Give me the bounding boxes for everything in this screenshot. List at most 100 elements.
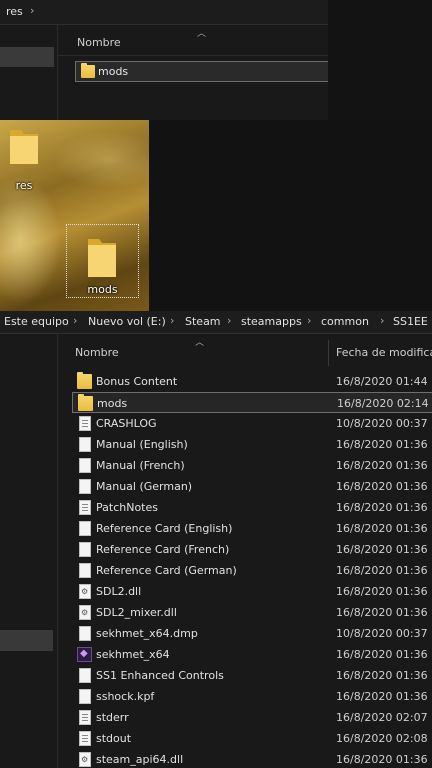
chevron-right-icon[interactable]: › [73, 314, 77, 327]
desktop-icon-label: res [15, 179, 33, 192]
file-row[interactable]: SDL2_mixer.dll 16/8/2020 01:36 [72, 602, 432, 623]
exe-icon [77, 647, 92, 662]
file-date: 16/8/2020 01:36 [336, 480, 428, 493]
file-row[interactable]: mods 16/8/2020 02:14 [72, 392, 432, 413]
text-file-icon [79, 710, 91, 725]
column-divider[interactable] [328, 340, 329, 366]
file-name: Reference Card (German) [96, 564, 237, 577]
file-icon [79, 437, 91, 452]
breadcrumb-this-pc[interactable]: Este equipo [4, 315, 69, 328]
top-address-bar[interactable]: res › [0, 0, 328, 25]
file-icon [79, 626, 91, 641]
file-row[interactable]: stderr 16/8/2020 02:07 [72, 707, 432, 728]
file-icon [79, 689, 91, 704]
column-header-date[interactable]: Fecha de modifica [336, 346, 432, 359]
text-file-icon [79, 416, 91, 431]
folder-icon [77, 372, 92, 389]
folder-icon [81, 63, 95, 78]
dll-icon [79, 584, 91, 599]
file-date: 16/8/2020 01:36 [336, 438, 428, 451]
file-row[interactable]: sekhmet_x64 16/8/2020 01:36 [72, 644, 432, 665]
file-date: 16/8/2020 01:36 [336, 459, 428, 472]
file-row[interactable]: Reference Card (German) 16/8/2020 01:36 [72, 560, 432, 581]
breadcrumb-ss1ee[interactable]: SS1EE [393, 315, 428, 328]
desktop-icon-label: mods [87, 283, 118, 296]
file-row[interactable]: SS1 Enhanced Controls 16/8/2020 01:36 [72, 665, 432, 686]
dll-icon [79, 752, 91, 767]
file-name: SDL2.dll [96, 585, 142, 598]
breadcrumb-steam[interactable]: Steam [185, 315, 221, 328]
file-name: Bonus Content [96, 375, 178, 388]
file-date: 16/8/2020 02:07 [336, 711, 428, 724]
file-row[interactable]: PatchNotes 16/8/2020 01:36 [72, 497, 432, 518]
file-name: stdout [96, 732, 132, 745]
nav-pane [0, 334, 57, 768]
chevron-right-icon[interactable]: › [30, 4, 34, 17]
file-name: Manual (English) [96, 438, 188, 451]
column-header-name[interactable]: Nombre [77, 36, 121, 49]
sort-up-icon: ︿ [197, 29, 207, 39]
file-date: 16/8/2020 01:36 [336, 753, 428, 766]
file-row[interactable]: Bonus Content 16/8/2020 01:44 [72, 371, 432, 392]
breadcrumb-steamapps[interactable]: steamapps [241, 315, 302, 328]
file-row[interactable]: Reference Card (French) 16/8/2020 01:36 [72, 539, 432, 560]
file-date: 16/8/2020 01:36 [336, 690, 428, 703]
text-file-icon [79, 500, 91, 515]
chevron-right-icon[interactable]: › [307, 314, 311, 327]
desktop-icon-mods[interactable]: mods [66, 224, 139, 298]
file-name: PatchNotes [96, 501, 158, 514]
file-date: 16/8/2020 01:36 [336, 564, 428, 577]
file-date: 16/8/2020 01:36 [336, 648, 428, 661]
breadcrumb-common[interactable]: common [321, 315, 369, 328]
file-row[interactable]: CRASHLOG 10/8/2020 00:37 [72, 413, 432, 434]
chevron-right-icon[interactable]: › [227, 314, 231, 327]
sort-up-icon: ︿ [195, 338, 205, 348]
file-icon [79, 563, 91, 578]
background-area [149, 120, 432, 311]
breadcrumb-res[interactable]: res [6, 5, 23, 18]
file-row[interactable]: steam_api64.dll 16/8/2020 01:36 [72, 749, 432, 768]
file-row[interactable]: Reference Card (English) 16/8/2020 01:36 [72, 518, 432, 539]
file-row[interactable]: Manual (German) 16/8/2020 01:36 [72, 476, 432, 497]
top-file-list: ︿ Nombre mods [57, 25, 329, 120]
column-headers: ︿ Nombre Fecha de modifica [58, 334, 432, 368]
file-name: Manual (German) [96, 480, 193, 493]
background-area [328, 0, 432, 120]
file-name: mods [98, 65, 129, 78]
file-row[interactable]: Manual (French) 16/8/2020 01:36 [72, 455, 432, 476]
file-icon [79, 542, 91, 557]
chevron-right-icon[interactable]: › [170, 314, 174, 327]
file-icon [79, 521, 91, 536]
file-name: Reference Card (French) [96, 543, 230, 556]
file-name: stderr [96, 711, 129, 724]
file-row[interactable]: Manual (English) 16/8/2020 01:36 [72, 434, 432, 455]
file-name: steam_api64.dll [96, 753, 184, 766]
file-date: 10/8/2020 00:37 [336, 627, 428, 640]
address-bar[interactable]: Este equipo › Nuevo vol (E:) › Steam › s… [0, 311, 432, 334]
file-date: 16/8/2020 02:14 [337, 397, 429, 410]
file-name: mods [97, 397, 128, 410]
file-date: 16/8/2020 01:44 [336, 375, 428, 388]
file-date: 16/8/2020 01:36 [336, 522, 428, 535]
desktop-icon-res[interactable]: res [6, 124, 42, 194]
nav-selected-item[interactable] [0, 630, 53, 651]
file-name: sekhmet_x64 [96, 648, 170, 661]
header-divider [58, 55, 329, 56]
chevron-right-icon[interactable]: › [380, 314, 384, 327]
file-row[interactable]: sekhmet_x64.dmp 10/8/2020 00:37 [72, 623, 432, 644]
file-row[interactable]: SDL2.dll 16/8/2020 01:36 [72, 581, 432, 602]
file-date: 10/8/2020 00:37 [336, 417, 428, 430]
folder-icon [78, 394, 93, 411]
file-icon [79, 479, 91, 494]
file-name: sekhmet_x64.dmp [96, 627, 198, 640]
file-date: 16/8/2020 01:36 [336, 543, 428, 556]
file-row-mods[interactable]: mods [75, 61, 329, 82]
file-row[interactable]: stdout 16/8/2020 02:08 [72, 728, 432, 749]
file-name: Reference Card (English) [96, 522, 233, 535]
file-row[interactable]: sshock.kpf 16/8/2020 01:36 [72, 686, 432, 707]
folder-icon [88, 239, 116, 277]
column-header-name[interactable]: Nombre [75, 346, 119, 359]
file-name: Manual (French) [96, 459, 185, 472]
nav-selected-item[interactable] [0, 47, 54, 67]
breadcrumb-volume[interactable]: Nuevo vol (E:) [88, 315, 166, 328]
